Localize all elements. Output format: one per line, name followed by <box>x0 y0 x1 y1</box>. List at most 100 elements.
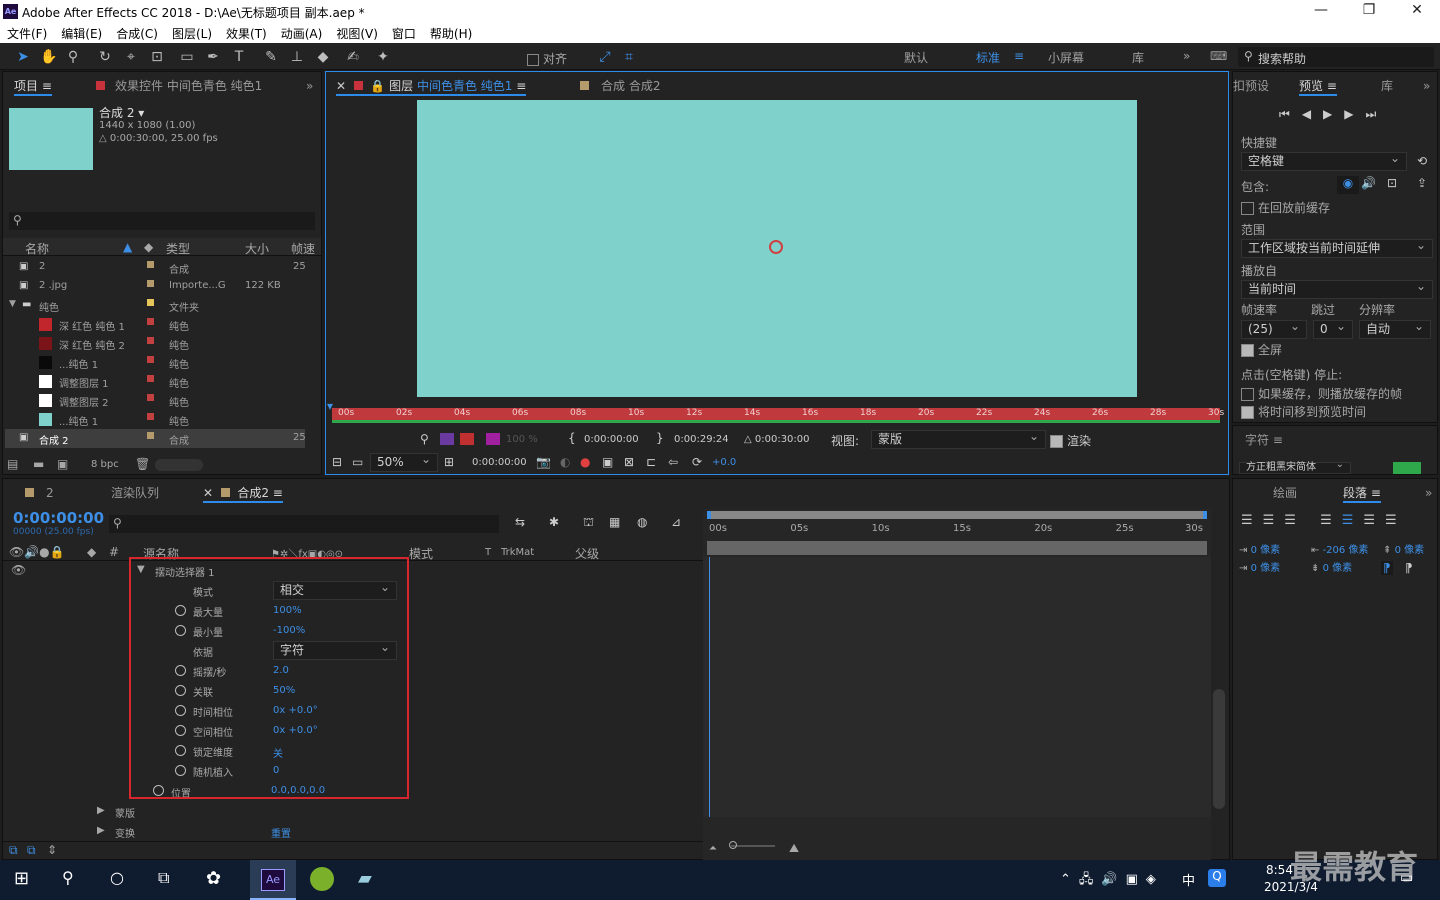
transform-row[interactable]: ▶ 变换 重置 <box>3 821 703 841</box>
snapshot-icon[interactable]: 📷 <box>536 455 551 469</box>
always-preview-icon[interactable]: ⊟ <box>332 455 342 469</box>
tab-paint[interactable]: 绘画 <box>1273 479 1297 507</box>
puppet-icon[interactable]: ⚲ <box>420 432 429 446</box>
viewer-current-time[interactable]: 0:00:00:00 <box>472 457 527 468</box>
project-item[interactable]: ▣ 合成 2 合成 25 <box>5 429 306 448</box>
time-graph[interactable]: 00s 05s 10s 15s 20s 25s 30s ⏶ ⛰ <box>703 509 1211 861</box>
menu-help[interactable]: 帮助(H) <box>430 25 472 42</box>
fit-icon[interactable]: ⊞ <box>444 455 454 469</box>
col-name[interactable]: 名称 <box>25 240 49 257</box>
indent-right[interactable]: ⇤ -206 像素 <box>1311 541 1368 556</box>
monitor-icon[interactable]: ▭ <box>352 455 363 469</box>
resolution-dropdown[interactable]: 自动 <box>1359 318 1431 339</box>
range-dropdown[interactable]: 工作区域按当前时间延伸 <box>1241 237 1433 258</box>
indent-left[interactable]: ⇥ 0 像素 <box>1239 541 1280 556</box>
transform-reset-link[interactable]: 重置 <box>271 825 291 840</box>
hand-tool-icon[interactable]: ✋ <box>40 48 58 66</box>
ime-indicator[interactable]: 中 <box>1182 870 1195 889</box>
menu-file[interactable]: 文件(F) <box>7 25 47 42</box>
space-before[interactable]: ⇞ 0 像素 <box>1383 541 1424 556</box>
tab-library[interactable]: 库 <box>1381 72 1393 100</box>
tab-paragraph[interactable]: 段落 ≡ <box>1343 479 1381 507</box>
clock-time[interactable]: 8:54 <box>1266 863 1293 877</box>
layer-rgb-icon[interactable] <box>440 433 454 445</box>
cyan-solid-layer[interactable] <box>417 100 1137 397</box>
zoom-tool-icon[interactable]: ⚲ <box>64 48 82 66</box>
out-point-icon[interactable]: } <box>656 431 664 445</box>
label-column-icon[interactable]: ◆ <box>144 240 153 254</box>
snap-edge-icon[interactable]: ⤢ <box>596 48 614 66</box>
layer-time-ruler[interactable]: 00s 02s 04s 06s 08s 10s 12s 14s 16s 18s 20s 22s 24s 2… <box>332 408 1224 423</box>
bpc-button[interactable]: 8 bpc <box>91 459 119 470</box>
work-area-bar[interactable] <box>332 420 1220 423</box>
col-t[interactable]: T <box>485 547 491 558</box>
shortcut-dropdown[interactable]: 空格键 <box>1241 150 1407 171</box>
export-icon[interactable]: ⇪ <box>1417 176 1427 190</box>
rotate-tool-icon[interactable]: ↻ <box>96 48 114 66</box>
roto-brush-tool-icon[interactable]: ✍ <box>344 48 362 66</box>
project-search-input[interactable]: ⚲ <box>9 212 315 230</box>
ltr-direction-icon[interactable]: ⁋ <box>1381 561 1393 575</box>
tab-effect-controls[interactable]: 效果控件 中间色青色 纯色1 <box>96 72 262 100</box>
search-icon[interactable]: ⚲ <box>62 868 74 887</box>
preview-overflow-icon[interactable]: » <box>1423 72 1430 100</box>
track-area[interactable] <box>703 557 1211 817</box>
workspace-default[interactable]: 默认 <box>904 49 928 66</box>
puppet-tool-icon[interactable]: ✦ <box>374 48 392 66</box>
project-item[interactable]: ▼ ▬ 纯色 文件夹 <box>5 296 305 315</box>
mask-visibility-icon[interactable]: ⊏ <box>646 455 656 469</box>
col-trkmat[interactable]: TrkMat <box>501 547 534 558</box>
timeline-search-input[interactable]: ⚲ <box>109 515 499 533</box>
brush-tool-icon[interactable]: ✎ <box>262 48 280 66</box>
workspace-library[interactable]: 库 <box>1132 49 1144 66</box>
text-tool-icon[interactable]: T <box>230 48 248 66</box>
interpret-footage-icon[interactable]: ▤ <box>7 457 18 471</box>
workspace-menu-icon[interactable]: ≡ <box>1014 49 1024 63</box>
notification-icon[interactable]: ▭ <box>1400 870 1413 886</box>
shy-layers-icon[interactable]: ⛫ <box>583 515 594 531</box>
menu-animation[interactable]: 动画(A) <box>281 25 323 42</box>
notes-app-icon[interactable]: ▰ <box>358 868 372 889</box>
tab-project[interactable]: 项目 ≡ <box>14 72 52 100</box>
new-comp-icon[interactable]: ▣ <box>57 457 68 471</box>
zoom-out-icon[interactable]: ⏶ <box>709 843 717 854</box>
transparency-grid-icon[interactable]: ⊠ <box>624 455 634 469</box>
in-point-time[interactable]: 0:00:00:00 <box>584 434 639 445</box>
layer-alpha-icon[interactable] <box>460 433 474 445</box>
space-after[interactable]: ⇟ 0 像素 <box>1311 559 1352 574</box>
workspace-edit-icon[interactable]: ⌨ <box>1210 49 1227 63</box>
out-point-time[interactable]: 0:00:29:24 <box>674 434 729 445</box>
project-item[interactable]: 深 红色 纯色 2 纯色 <box>5 334 305 353</box>
task-view-icon[interactable]: ⧉ <box>158 868 169 888</box>
pen-tool-icon[interactable]: ✒ <box>204 48 222 66</box>
menu-layer[interactable]: 图层(L) <box>172 25 212 42</box>
col-type[interactable]: 类型 <box>166 240 190 257</box>
tab-layer-viewer[interactable]: ✕ 🔒 图层 中间色青色 纯色1 ≡ <box>336 72 527 100</box>
layer-color-swatch[interactable] <box>486 433 500 445</box>
menu-composition[interactable]: 合成(C) <box>116 25 158 42</box>
zoom-dropdown[interactable]: 50% <box>370 451 438 472</box>
qq-icon[interactable]: Q <box>1208 869 1226 887</box>
minimize-icon[interactable]: — <box>1298 2 1344 22</box>
thumbnail-slider[interactable] <box>155 459 203 471</box>
playhead-icon[interactable]: ▾ <box>327 399 339 415</box>
collapse-arrow-icon[interactable]: ▶ <box>97 805 105 816</box>
selection-tool-icon[interactable]: ➤ <box>14 48 32 66</box>
in-point-icon[interactable]: { <box>568 431 576 445</box>
work-area-bar[interactable] <box>707 541 1207 555</box>
rectangle-tool-icon[interactable]: ▭ <box>178 48 196 66</box>
clone-stamp-tool-icon[interactable]: ⊥ <box>288 48 306 66</box>
tab-presets[interactable]: 扣预设 <box>1233 72 1269 100</box>
snap-toggle[interactable]: 对齐 <box>527 50 567 67</box>
col-mode[interactable]: 模式 <box>409 545 433 562</box>
anchor-point-icon[interactable] <box>769 240 783 254</box>
cortana-icon[interactable]: ○ <box>110 868 124 887</box>
timeline-ruler[interactable]: 00s 05s 10s 15s 20s 25s 30s <box>703 521 1211 539</box>
panel-overflow-icon[interactable]: » <box>306 72 313 100</box>
tray-icons[interactable]: ⌃🖧🔊▣◈ <box>1060 870 1164 892</box>
project-item[interactable]: ▣ 2 .jpg Importe...G 122 KB <box>5 277 305 296</box>
tab-comp-viewer[interactable]: 合成 合成2 <box>580 72 660 100</box>
rtl-direction-icon[interactable]: ⁋ <box>1405 561 1413 575</box>
include-video-icon[interactable]: ◉ <box>1337 176 1359 194</box>
tab-render-queue[interactable]: 渲染队列 <box>111 479 159 507</box>
